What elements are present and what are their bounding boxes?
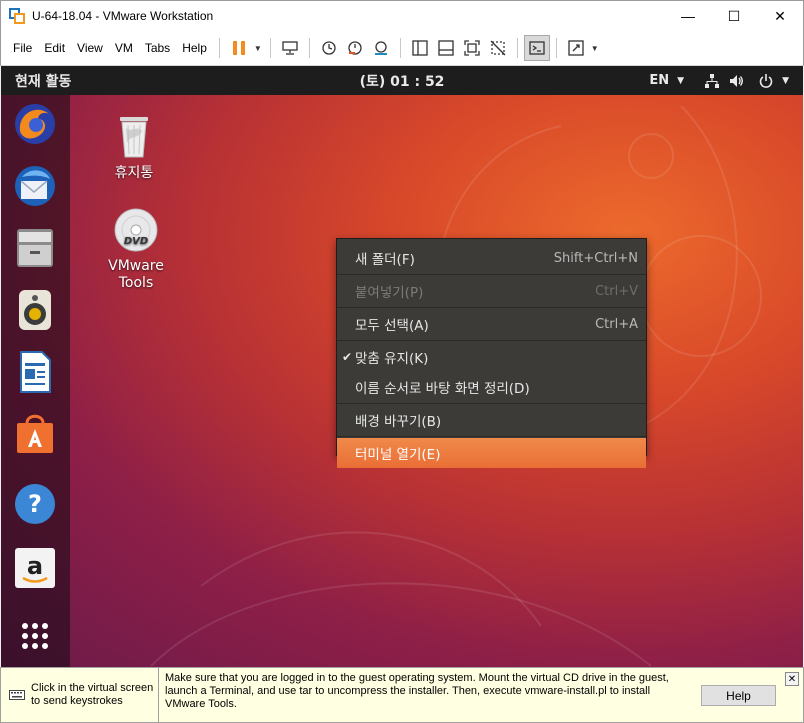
menu-tabs[interactable]: Tabs xyxy=(139,41,176,55)
menu-item-open-terminal[interactable]: 터미널 열기(E) xyxy=(337,438,646,468)
trash-icon xyxy=(120,117,148,158)
files-icon[interactable] xyxy=(12,225,58,271)
toolbar-separator xyxy=(555,38,557,58)
rhythmbox-icon[interactable] xyxy=(12,287,58,333)
desktop-icon-trash[interactable]: 휴지통 xyxy=(94,111,174,182)
minimize-button[interactable]: — xyxy=(665,1,711,31)
help-button[interactable]: Help xyxy=(701,685,776,706)
send-ctrl-alt-del-icon[interactable] xyxy=(277,35,303,61)
ubuntu-dock: ? a xyxy=(1,95,70,667)
firefox-icon[interactable] xyxy=(12,101,58,147)
thumbnail-bar-icon[interactable] xyxy=(433,35,459,61)
menu-item-new-folder[interactable]: 새 폴더(F) Shift+Ctrl+N xyxy=(337,243,646,273)
svg-text:?: ? xyxy=(28,490,42,518)
menu-help[interactable]: Help xyxy=(176,41,213,55)
install-tools-message: Make sure that you are logged in to the … xyxy=(165,672,669,710)
close-button[interactable]: ✕ xyxy=(757,1,803,31)
svg-text:a: a xyxy=(27,552,43,580)
snapshot-manager-icon[interactable] xyxy=(368,35,394,61)
full-screen-icon[interactable] xyxy=(459,35,485,61)
thunderbird-icon[interactable] xyxy=(12,163,58,209)
menu-item-arrange-by-name[interactable]: 이름 순서로 바탕 화면 정리(D) xyxy=(337,372,646,402)
menu-item-label: 새 폴더(F) xyxy=(355,252,415,268)
power-icon[interactable] xyxy=(758,73,774,89)
menu-separator xyxy=(337,307,646,308)
menu-edit[interactable]: Edit xyxy=(38,41,71,55)
menu-item-change-background[interactable]: 배경 바꾸기(B) xyxy=(337,405,646,435)
desktop-icon-label: VMware Tools xyxy=(108,258,164,291)
toolbar-separator xyxy=(269,38,271,58)
menu-item-label: 맞춤 유지(K) xyxy=(355,351,429,367)
menu-item-shortcut: Ctrl+A xyxy=(595,316,638,332)
menu-vm[interactable]: VM xyxy=(109,41,139,55)
menu-separator xyxy=(337,274,646,275)
svg-text:DVD: DVD xyxy=(124,236,148,247)
stretch-dropdown-icon[interactable]: ▼ xyxy=(591,44,599,53)
menu-item-label: 배경 바꾸기(B) xyxy=(355,414,442,430)
gnome-top-bar: 현재 활동 (토) 01 : 52 EN ▼ ▼ xyxy=(1,66,803,95)
desktop-context-menu: 새 폴더(F) Shift+Ctrl+N 붙여넣기(P) Ctrl+V 모두 선… xyxy=(336,238,647,468)
input-language[interactable]: EN xyxy=(649,73,669,88)
library-icon[interactable] xyxy=(407,35,433,61)
vmware-tools-infobar: Click in the virtual screen to send keys… xyxy=(0,667,804,723)
menu-item-label: 모두 선택(A) xyxy=(355,318,429,334)
help-icon[interactable]: ? xyxy=(12,481,58,527)
libreoffice-writer-icon[interactable] xyxy=(12,349,58,395)
chevron-down-icon[interactable]: ▼ xyxy=(782,76,789,86)
toolbar-separator xyxy=(399,38,401,58)
menu-separator xyxy=(337,403,646,404)
window-title: U-64-18.04 - VMware Workstation xyxy=(32,9,214,23)
chevron-down-icon[interactable]: ▼ xyxy=(677,76,684,86)
menu-separator xyxy=(337,436,646,437)
revert-snapshot-icon[interactable] xyxy=(342,35,368,61)
window-titlebar: U-64-18.04 - VMware Workstation — ☐ ✕ xyxy=(0,0,804,31)
clock[interactable]: (토) 01 : 52 xyxy=(360,74,445,90)
menu-item-keep-aligned[interactable]: ✔ 맞춤 유지(K) xyxy=(337,342,646,372)
console-view-icon[interactable] xyxy=(523,35,550,61)
menu-item-label: 붙여넣기(P) xyxy=(355,285,424,301)
keyboard-icon xyxy=(9,690,25,700)
pause-icon[interactable] xyxy=(226,35,252,61)
menu-separator xyxy=(337,340,646,341)
menu-file[interactable]: File xyxy=(7,41,38,55)
show-apps-icon[interactable] xyxy=(12,613,58,659)
toolbar-separator xyxy=(308,38,310,58)
maximize-button[interactable]: ☐ xyxy=(711,1,757,31)
network-icon[interactable] xyxy=(704,73,720,89)
stretch-icon[interactable] xyxy=(563,35,589,61)
desktop-icon-vmware-tools[interactable]: DVD VMware Tools xyxy=(96,206,176,292)
menu-toolbar: File Edit View VM Tabs Help ▼ ▼ xyxy=(0,31,804,66)
menu-item-shortcut: Shift+Ctrl+N xyxy=(553,250,638,266)
unity-icon[interactable] xyxy=(485,35,511,61)
menu-item-label: 터미널 열기(E) xyxy=(355,447,441,463)
desktop-icon-label: 휴지통 xyxy=(114,165,154,181)
vmware-icon xyxy=(9,8,25,24)
amazon-icon[interactable]: a xyxy=(12,545,58,591)
menu-item-shortcut: Ctrl+V xyxy=(595,283,638,299)
volume-icon[interactable] xyxy=(728,73,744,89)
close-infobar-button[interactable]: ✕ xyxy=(785,672,799,686)
menu-view[interactable]: View xyxy=(71,41,109,55)
menu-item-select-all[interactable]: 모두 선택(A) Ctrl+A xyxy=(337,309,646,339)
activities-button[interactable]: 현재 활동 xyxy=(15,71,71,91)
pause-dropdown-icon[interactable]: ▼ xyxy=(254,44,262,53)
checkmark-icon: ✔ xyxy=(342,350,353,364)
dvd-icon: DVD xyxy=(114,208,158,252)
toolbar-separator xyxy=(218,38,220,58)
toolbar-separator xyxy=(516,38,518,58)
virtual-screen[interactable]: 현재 활동 (토) 01 : 52 EN ▼ ▼ ? a 휴지통 DVD VMw… xyxy=(1,66,803,667)
software-center-icon[interactable] xyxy=(12,411,58,457)
menu-item-paste[interactable]: 붙여넣기(P) Ctrl+V xyxy=(337,276,646,306)
menu-item-label: 이름 순서로 바탕 화면 정리(D) xyxy=(355,381,530,397)
snapshot-icon[interactable] xyxy=(316,35,342,61)
keystroke-hint: Click in the virtual screen to send keys… xyxy=(31,682,154,707)
